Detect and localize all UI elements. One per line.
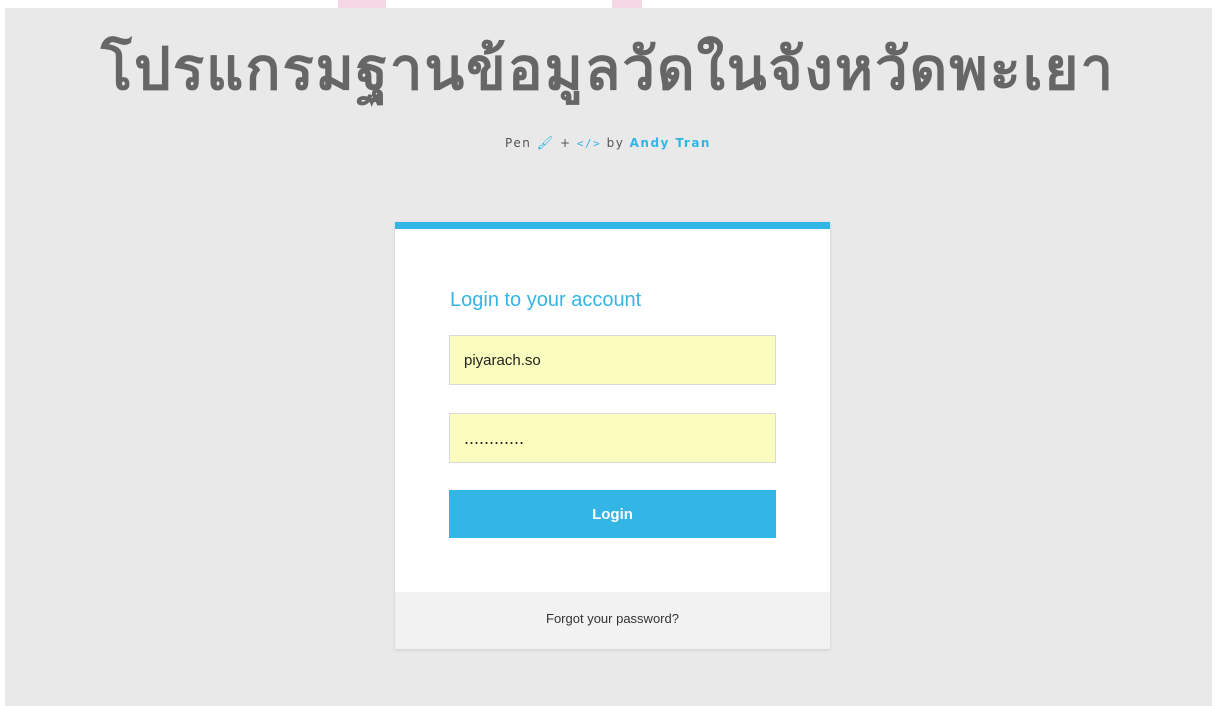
card-footer: Forgot your password? <box>395 592 830 649</box>
stripe-mark-left <box>338 0 386 8</box>
login-title: Login to your account <box>450 289 642 311</box>
author-link[interactable]: Andy Tran <box>630 136 711 150</box>
credit-line: Pen 🖌︎ + </> by Andy Tran <box>0 136 1216 151</box>
page-title: โปรแกรมฐานข้อมูลวัดในจังหวัดพะเยา <box>100 35 1116 103</box>
brush-icon: 🖌︎ <box>536 136 555 151</box>
username-input[interactable] <box>449 335 776 385</box>
login-button[interactable]: Login <box>449 490 776 538</box>
code-icon: </> <box>576 137 602 150</box>
password-input[interactable] <box>449 413 776 463</box>
stripe-mark-right <box>612 0 642 8</box>
credit-plus: + <box>559 136 572 150</box>
forgot-password-link[interactable]: Forgot your password? <box>546 611 679 626</box>
login-card: Login to your account Login Forgot your … <box>395 222 830 649</box>
top-stripe <box>0 0 1216 8</box>
credit-by: by <box>606 136 625 150</box>
credit-prefix: Pen <box>505 136 532 150</box>
